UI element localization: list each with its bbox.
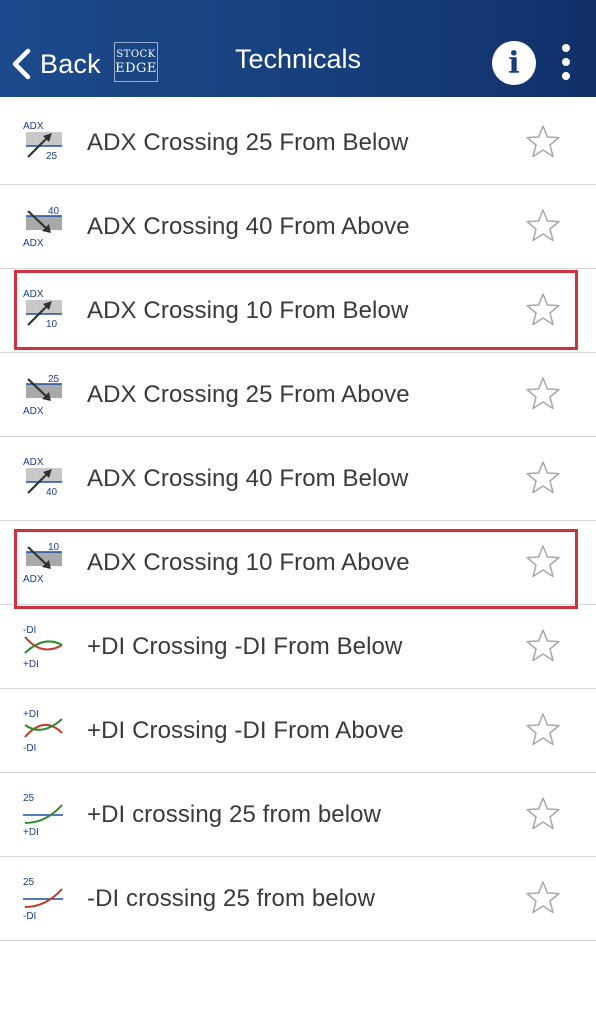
logo-line-1: STOCK [116,48,156,60]
icon-bottom-label: 10 [46,319,58,330]
icon-bottom-label: +DI [23,659,39,669]
favorite-star-icon[interactable] [524,291,562,329]
icon-top-label: 25 [23,793,35,804]
back-button[interactable]: Back [10,42,101,86]
scan-row[interactable]: 25 -DI -DI crossing 25 from below [0,857,596,941]
minus-di-cross-level-icon: 25 -DI [22,875,64,921]
info-icon: i [508,45,520,81]
dot-icon [562,72,570,80]
icon-top-label: ADX [23,289,44,300]
scan-row[interactable]: ADX 10 ADX Crossing 10 From Below [0,269,596,353]
icon-top-label: 10 [48,542,60,553]
adx-cross-down-icon: 10 ADX [22,539,64,585]
scan-list: ADX 25 ADX Crossing 25 From Below 40 ADX… [0,101,596,941]
scan-label: ADX Crossing 10 From Below [87,297,409,324]
icon-top-label: ADX [23,121,44,132]
scan-label: ADX Crossing 40 From Below [87,465,409,492]
adx-cross-up-icon: ADX 40 [22,455,64,501]
icon-bottom-label: ADX [23,574,44,585]
dot-icon [562,44,570,52]
adx-cross-up-icon: ADX 10 [22,287,64,333]
adx-cross-down-icon: 25 ADX [22,371,64,417]
scan-label: ADX Crossing 25 From Above [87,381,410,408]
icon-bottom-label: ADX [23,406,44,417]
chevron-left-icon [12,48,31,80]
back-label: Back [40,48,101,79]
scan-label: ADX Crossing 25 From Below [87,129,409,156]
top-bar: Back STOCK EDGE Technicals i [0,0,596,97]
scan-row[interactable]: +DI -DI +DI Crossing -DI From Above [0,689,596,773]
icon-top-label: +DI [23,709,39,720]
stockedge-logo: STOCK EDGE [114,42,158,82]
icon-top-label: 40 [48,206,60,217]
scan-row[interactable]: 10 ADX ADX Crossing 10 From Above [0,521,596,605]
di-cross-below-icon: -DI +DI [22,623,64,669]
scan-row[interactable]: -DI +DI +DI Crossing -DI From Below [0,605,596,689]
favorite-star-icon[interactable] [524,627,562,665]
icon-top-label: 25 [48,374,60,385]
adx-cross-down-icon: 40 ADX [22,203,64,249]
scan-label: +DI crossing 25 from below [87,801,382,828]
dot-icon [562,58,570,66]
scan-row[interactable]: ADX 25 ADX Crossing 25 From Below [0,101,596,185]
logo-line-2: EDGE [115,60,157,76]
favorite-star-icon[interactable] [524,879,562,917]
scan-row[interactable]: 25 +DI +DI crossing 25 from below [0,773,596,857]
icon-top-label: ADX [23,457,44,468]
icon-bottom-label: 40 [46,487,58,498]
scan-row[interactable]: 40 ADX ADX Crossing 40 From Above [0,185,596,269]
scan-row[interactable]: 25 ADX ADX Crossing 25 From Above [0,353,596,437]
favorite-star-icon[interactable] [524,543,562,581]
di-cross-above-icon: +DI -DI [22,707,64,753]
icon-bottom-label: -DI [23,911,36,921]
adx-cross-up-icon: ADX 25 [22,119,64,165]
favorite-star-icon[interactable] [524,207,562,245]
favorite-star-icon[interactable] [524,711,562,749]
favorite-star-icon[interactable] [524,375,562,413]
scan-label: -DI crossing 25 from below [87,885,376,912]
icon-top-label: -DI [23,625,36,636]
icon-bottom-label: ADX [23,238,44,249]
more-options-button[interactable] [556,44,576,80]
info-button[interactable]: i [492,41,536,85]
icon-bottom-label: 25 [46,151,58,162]
favorite-star-icon[interactable] [524,795,562,833]
scan-label: ADX Crossing 40 From Above [87,213,410,240]
favorite-star-icon[interactable] [524,123,562,161]
scan-label: ADX Crossing 10 From Above [87,549,410,576]
icon-top-label: 25 [23,877,35,888]
scan-label: +DI Crossing -DI From Above [87,717,404,744]
plus-di-cross-level-icon: 25 +DI [22,791,64,837]
favorite-star-icon[interactable] [524,459,562,497]
icon-bottom-label: -DI [23,743,36,753]
icon-bottom-label: +DI [23,827,39,837]
scan-label: +DI Crossing -DI From Below [87,633,403,660]
scan-row[interactable]: ADX 40 ADX Crossing 40 From Below [0,437,596,521]
